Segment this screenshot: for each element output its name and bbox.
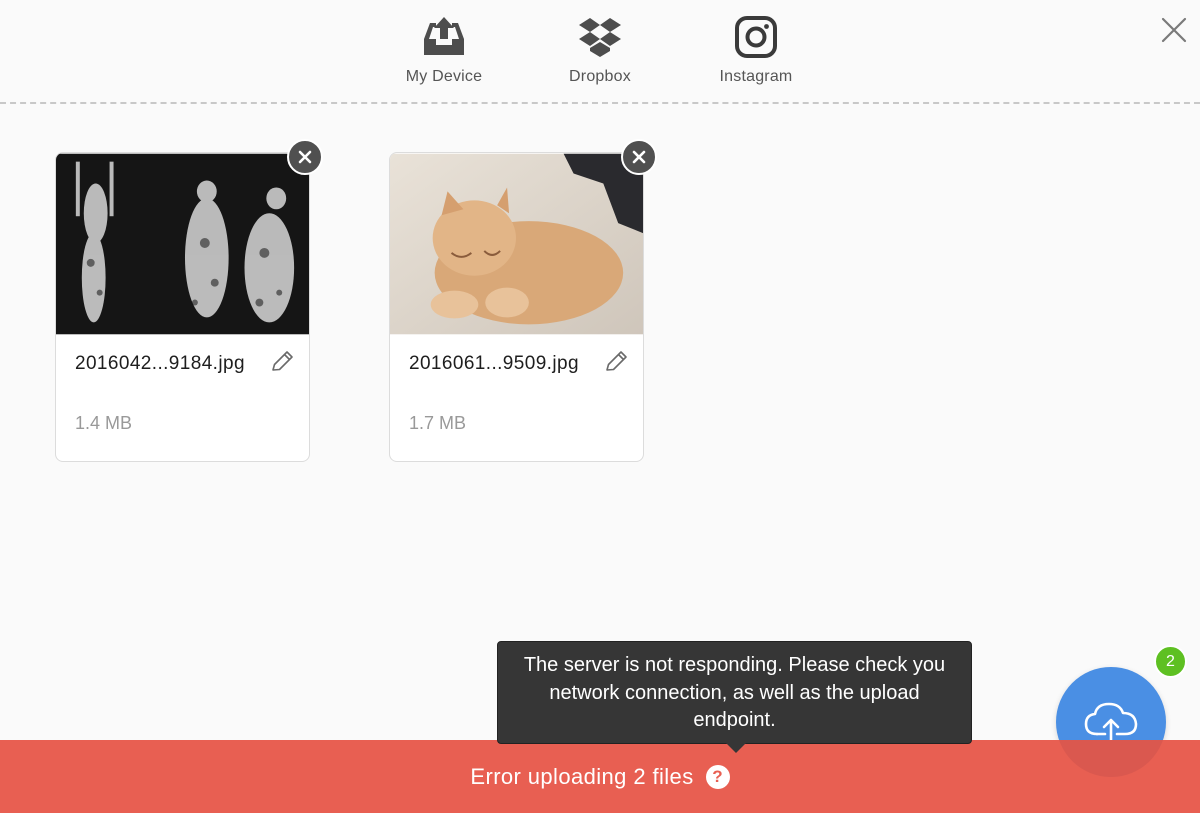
pencil-icon[interactable] [269,349,295,375]
file-size: 1.4 MB [75,413,133,433]
pencil-icon[interactable] [603,349,629,375]
close-icon [632,150,646,164]
inbox-upload-icon [384,14,504,60]
remove-file-button[interactable] [621,139,657,175]
error-tooltip: The server is not responding. Please che… [497,641,972,753]
file-name: 2016061...9509.jpg [409,353,579,374]
source-label: Dropbox [569,68,631,85]
upload-count-badge: 2 [1154,645,1187,678]
file-thumbnail [56,153,309,335]
tooltip-arrow [726,743,746,753]
source-bar: My Device Dropbox Instagram [0,0,1200,104]
source-dropbox[interactable]: Dropbox [540,14,660,86]
source-label: Instagram [719,68,793,85]
file-card: 2016061...9509.jpg 1.7 MB [389,139,657,462]
error-message: Error uploading 2 files [470,763,694,789]
tooltip-text: The server is not responding. Please che… [523,654,946,731]
source-instagram[interactable]: Instagram [696,14,816,86]
cloud-upload-icon [1084,702,1138,744]
file-size: 1.7 MB [409,413,467,433]
file-card: 2016042...9184.jpg 1.4 MB [55,139,323,462]
remove-file-button[interactable] [287,139,323,175]
instagram-icon [696,14,816,60]
dropbox-icon [540,14,660,60]
source-my-device[interactable]: My Device [384,14,504,86]
close-icon [298,150,312,164]
file-name: 2016042...9184.jpg [75,353,245,374]
source-label: My Device [405,68,483,85]
close-icon[interactable] [1160,16,1188,44]
file-thumbnail [390,153,643,335]
help-icon[interactable]: ? [705,764,730,789]
error-bar: Error uploading 2 files ? [0,740,1200,813]
